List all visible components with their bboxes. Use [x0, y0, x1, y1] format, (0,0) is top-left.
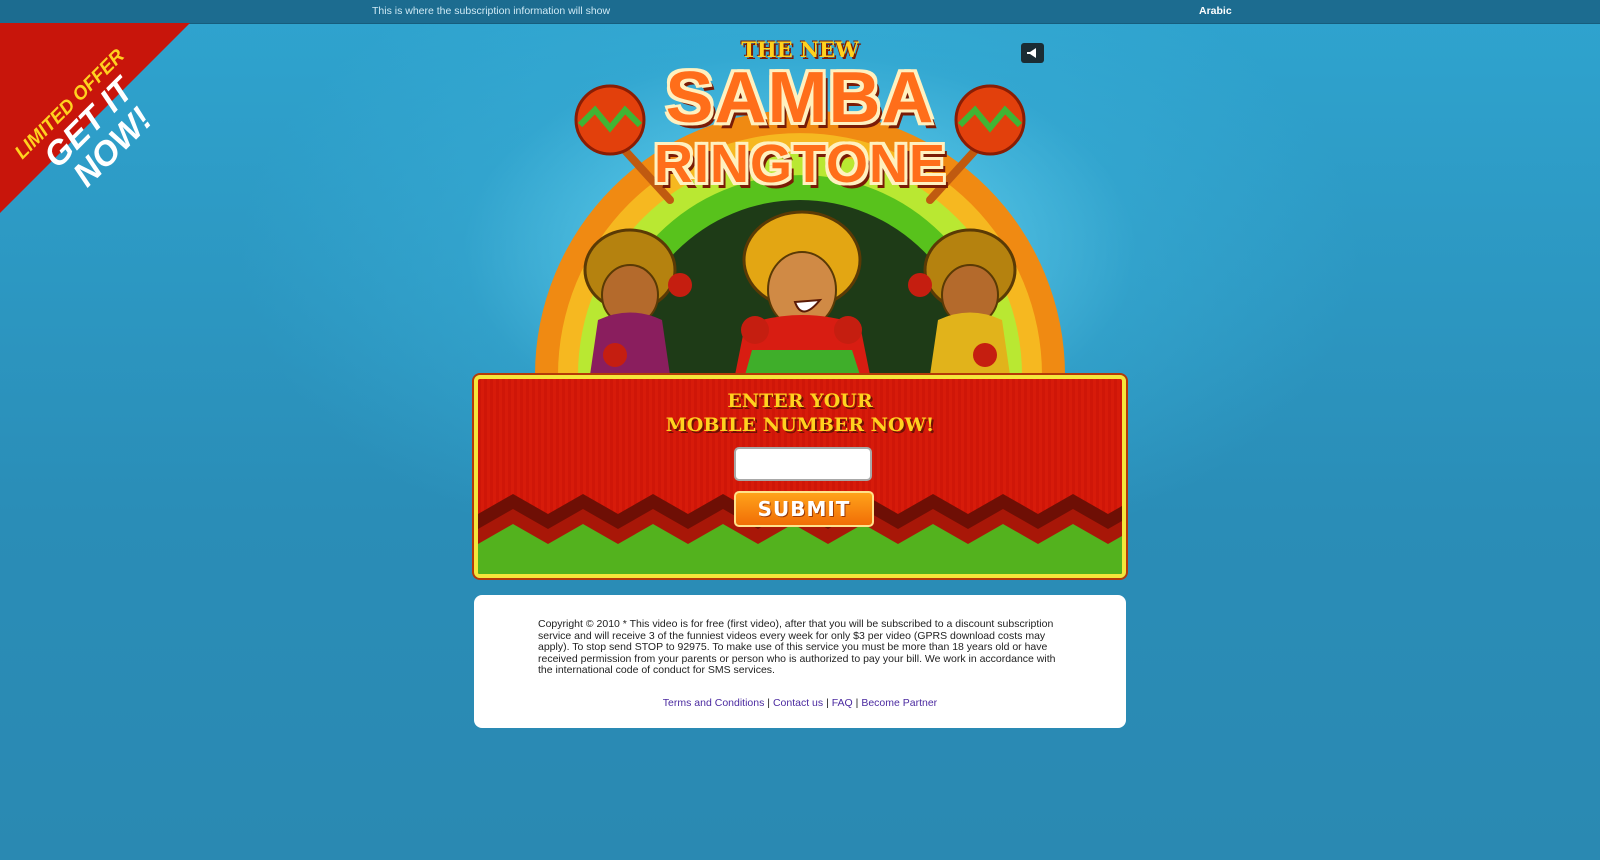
top-bar: This is where the subscription informati… — [0, 0, 1600, 24]
link-separator: | — [855, 697, 859, 709]
submit-button[interactable]: SUBMIT — [734, 491, 874, 527]
link-separator: | — [826, 697, 829, 709]
mobile-number-input[interactable] — [734, 447, 872, 481]
footer-links: Terms and Conditions | Contact us | FAQ … — [474, 697, 1126, 709]
form-heading: ENTER YOUR MOBILE NUMBER NOW! — [478, 389, 1122, 437]
title-samba: SAMBA — [665, 58, 935, 138]
legal-text: Copyright © 2010 * This video is for fre… — [538, 618, 1056, 676]
faq-link[interactable]: FAQ — [832, 697, 853, 709]
subscription-info-text: This is where the subscription informati… — [372, 5, 611, 17]
contact-link[interactable]: Contact us — [773, 697, 823, 709]
speaker-icon — [1027, 48, 1036, 58]
mobile-signup-form: ENTER YOUR MOBILE NUMBER NOW! SUBMIT — [474, 375, 1126, 578]
sound-toggle-button[interactable] — [1021, 43, 1044, 63]
terms-link[interactable]: Terms and Conditions — [663, 697, 765, 709]
link-separator: | — [767, 697, 771, 709]
form-heading-line1: ENTER YOUR — [727, 390, 873, 412]
become-partner-link[interactable]: Become Partner — [861, 697, 937, 709]
footer-panel: Copyright © 2010 * This video is for fre… — [474, 595, 1126, 728]
language-link-arabic[interactable]: Arabic — [1199, 5, 1232, 17]
form-heading-line2: MOBILE NUMBER NOW! — [665, 414, 935, 436]
title-ringtone: RINGTONE — [653, 134, 947, 194]
